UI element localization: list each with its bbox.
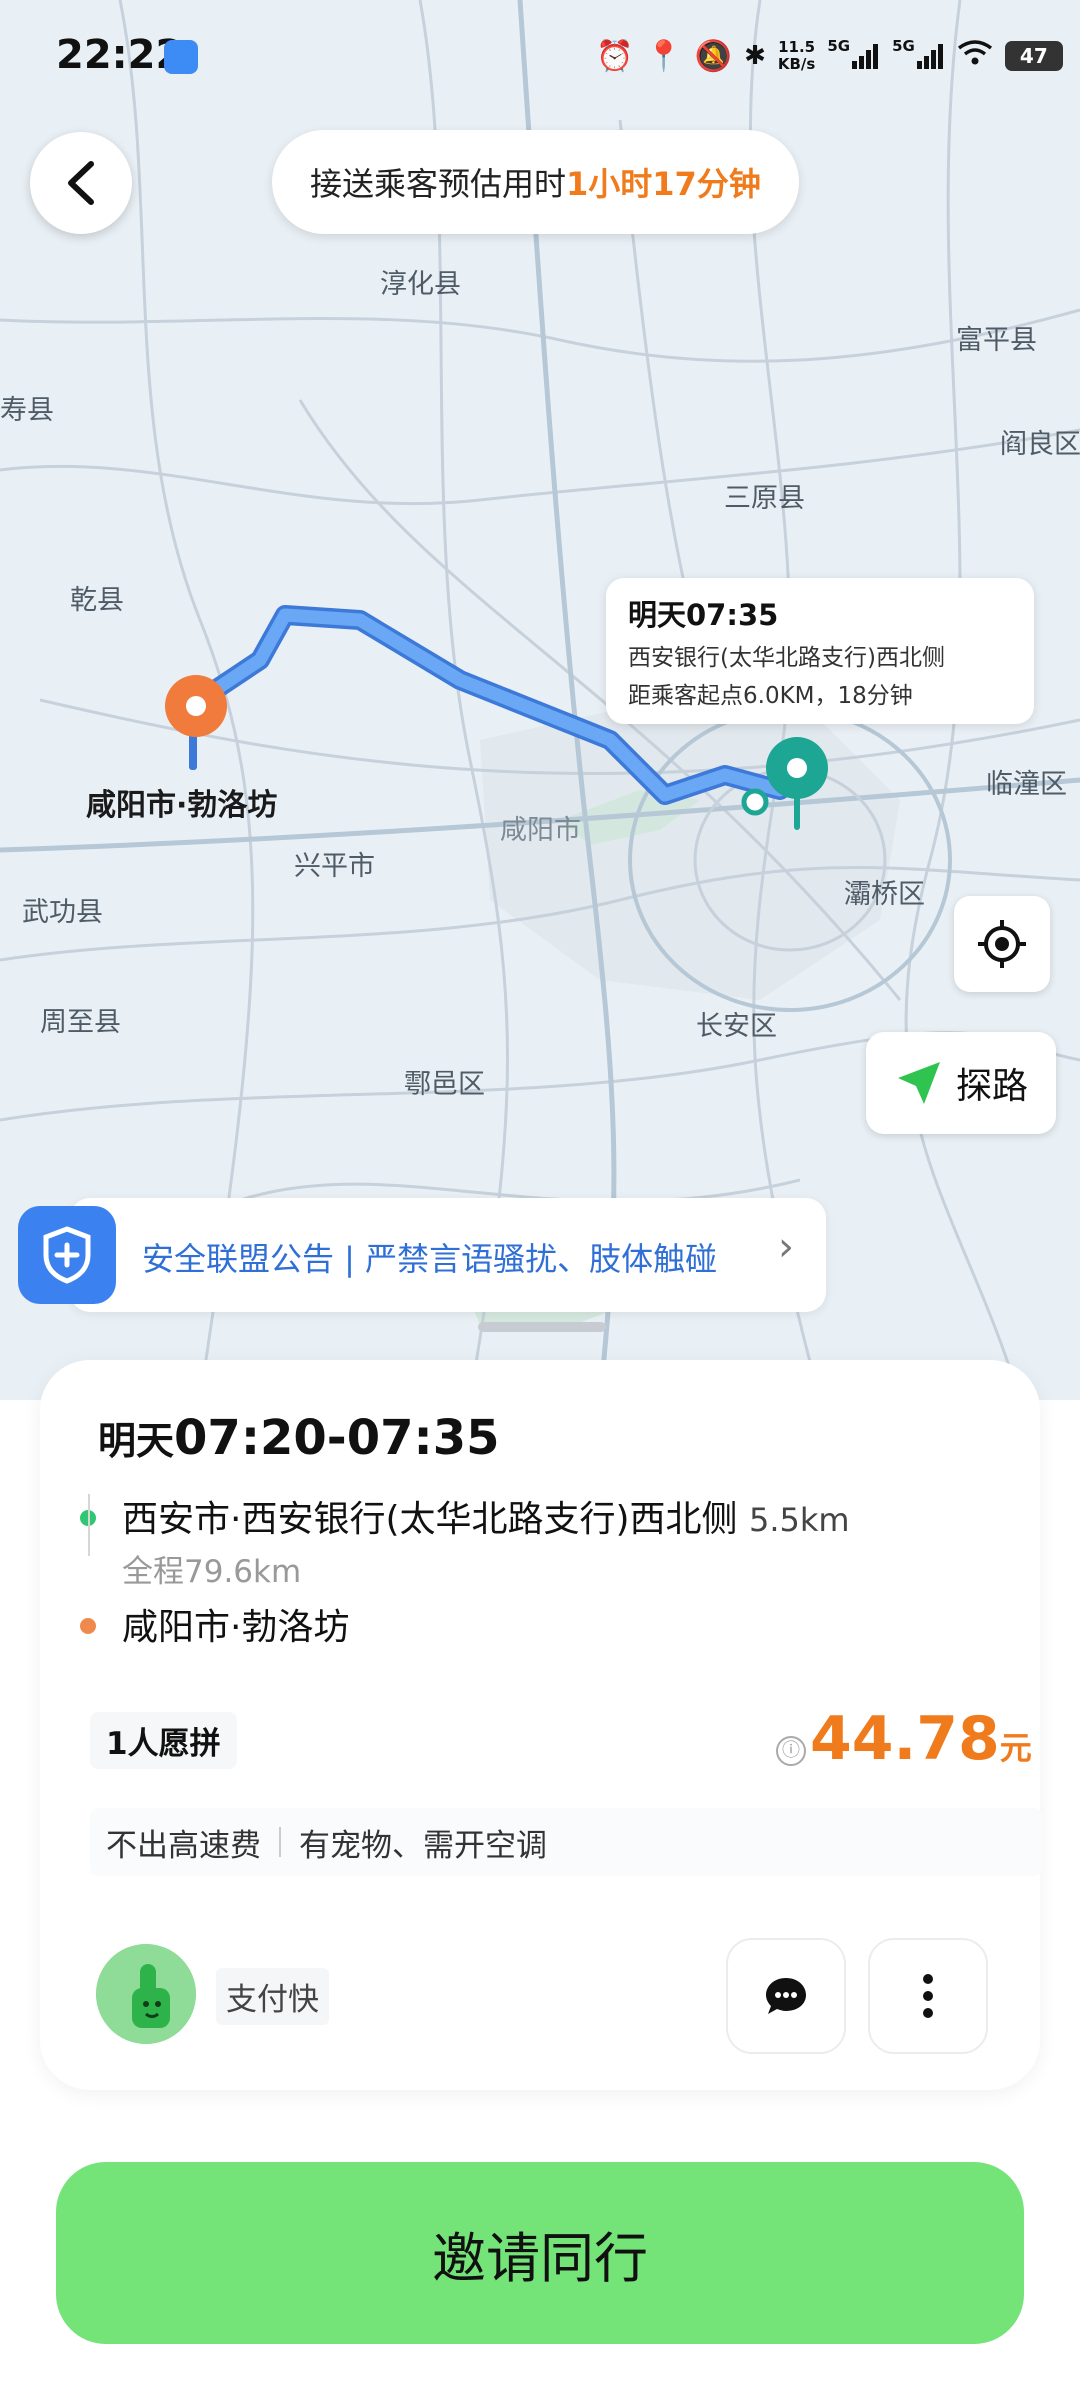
total-distance: 全程79.6km [122, 1554, 302, 1590]
map-label: 阎良区 [1000, 429, 1080, 460]
user-tag: 支付快 [216, 1968, 329, 2025]
status-bar: 22:22 ⏰ 📍 🔕 ✱ 11.5 KB/s 5G 5G 47 [0, 0, 1080, 120]
signal-icon: 5G [827, 37, 880, 69]
net-speed: 11.5 KB/s [777, 38, 816, 73]
location-icon: 📍 [645, 38, 683, 74]
end-dot-icon [80, 1618, 96, 1634]
chat-button[interactable] [726, 1938, 846, 2054]
map-label: 灞桥区 [844, 879, 925, 910]
bluetooth-icon: ✱ [744, 41, 766, 71]
navigation-arrow-icon [897, 1062, 940, 1104]
crosshair-icon [978, 920, 1026, 968]
seat-sharing-tag: 1人愿拼 [90, 1712, 237, 1769]
safety-announcement-banner[interactable]: 安全联盟公告 | 严禁言语骚扰、肢体触碰 › [70, 1198, 826, 1312]
map-label: 武功县 [22, 897, 103, 928]
map-label: 寿县 [0, 395, 54, 426]
chat-bubble-icon [766, 1978, 806, 2014]
map-label: 临潼区 [986, 769, 1067, 800]
trip-tag: 有宠物、需开空调 [299, 1827, 547, 1864]
map-label: 咸阳市 [500, 815, 581, 846]
more-vertical-icon [923, 1974, 933, 2018]
map-label: 鄠邑区 [404, 1069, 485, 1100]
trip-tag: 不出高速费 [106, 1827, 261, 1864]
chevron-left-icon [68, 161, 94, 205]
start-distance: 5.5km [749, 1501, 850, 1539]
map-label: 兴平市 [294, 851, 375, 882]
destination-label: 咸阳市·勃洛坊 [86, 788, 278, 823]
route-connector [88, 1494, 90, 1556]
avatar[interactable] [96, 1944, 196, 2044]
map-label: 周至县 [40, 1007, 121, 1038]
pickup-place: 西安银行(太华北路支行)西北侧 [628, 645, 945, 671]
thumbs-up-avatar-icon [96, 1944, 196, 2044]
order-time: 明天07:20-07:35 [98, 1410, 500, 1466]
safety-announcement-text: 安全联盟公告 | 严禁言语骚扰、肢体触碰 [142, 1240, 718, 1278]
explore-route-button[interactable]: 探路 [866, 1032, 1056, 1134]
explore-route-label: 探路 [955, 1066, 1028, 1107]
back-button[interactable] [30, 132, 132, 234]
signal-icon-2: 5G [892, 37, 945, 69]
price: 44.78元 [810, 1704, 1032, 1774]
tag-divider [279, 1827, 281, 1857]
battery-icon: 47 [1004, 41, 1063, 71]
map-label: 富平县 [956, 325, 1037, 356]
mute-icon: 🔕 [694, 38, 733, 74]
wifi-icon [957, 39, 993, 74]
price-info-icon[interactable]: ⓘ [776, 1736, 806, 1766]
app-notification-icon [164, 40, 198, 74]
order-card: 明天07:20-07:35 西安市·西安银行(太华北路支行)西北侧 5.5km … [40, 1360, 1042, 2090]
trip-tags: 不出高速费 有宠物、需开空调 [90, 1808, 1042, 1876]
map-label: 淳化县 [380, 269, 461, 300]
map-label: 三原县 [724, 483, 805, 514]
status-icons: ⏰ 📍 🔕 ✱ 11.5 KB/s 5G 5G 47 [596, 34, 1063, 78]
shield-icon [18, 1206, 116, 1304]
trip-estimate-value: 1小时17分钟 [566, 165, 761, 203]
end-location: 咸阳市·勃洛坊 [122, 1607, 350, 1648]
pickup-time: 明天07:35 [628, 598, 779, 632]
more-options-button[interactable] [868, 1938, 988, 2054]
invite-button[interactable]: 邀请同行 [56, 2162, 1024, 2344]
pickup-distance: 距乘客起点6.0KM，18分钟 [628, 683, 913, 709]
pickup-info-bubble: 明天07:35 西安银行(太华北路支行)西北侧 距乘客起点6.0KM，18分钟 [606, 578, 1034, 724]
locate-button[interactable] [954, 896, 1050, 992]
map-label: 乾县 [70, 585, 124, 616]
trip-estimate-label: 接送乘客预估用时 [310, 165, 567, 203]
sheet-drag-handle[interactable] [478, 1322, 606, 1332]
trip-estimate-pill: 接送乘客预估用时 1小时17分钟 [272, 130, 799, 234]
map-label: 长安区 [696, 1011, 777, 1042]
chevron-right-icon: › [778, 1224, 794, 1270]
start-location: 西安市·西安银行(太华北路支行)西北侧 5.5km [122, 1499, 850, 1540]
alarm-icon: ⏰ [596, 38, 634, 74]
